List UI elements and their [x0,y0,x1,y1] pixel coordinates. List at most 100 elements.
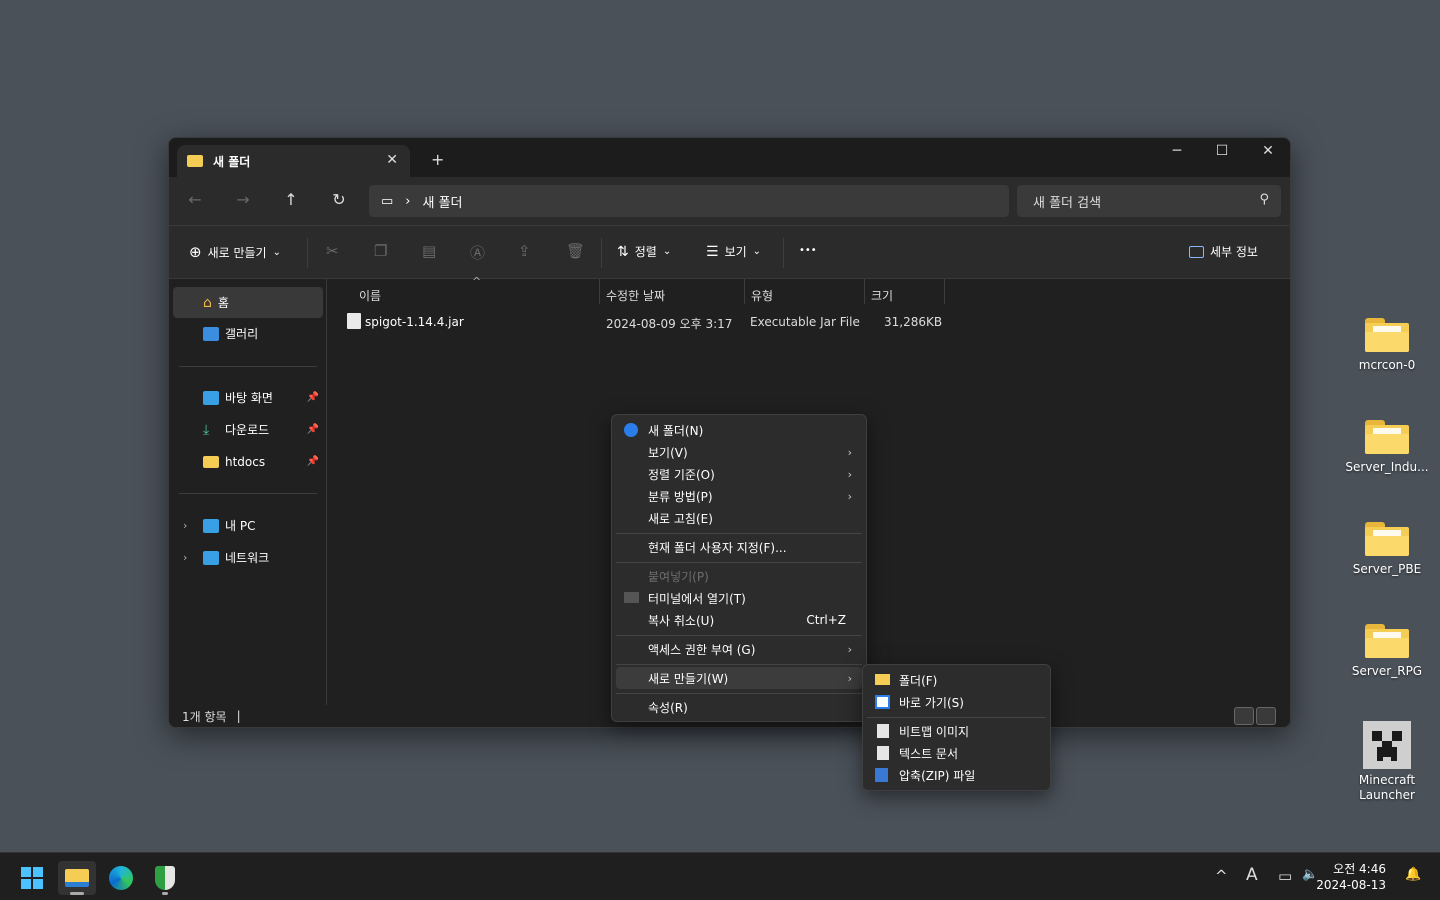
column-divider[interactable] [599,279,600,304]
submenu-item-folder[interactable]: 폴더(F) [867,669,1046,691]
divider [307,238,308,268]
pin-icon[interactable]: 📌 [307,424,319,435]
sidebar-item-home[interactable]: ⌂ 홈 [173,287,323,318]
menu-item-give-access[interactable]: 액세스 권한 부여 (G) › [616,638,862,660]
clock[interactable]: 오전 4:46 2024-08-13 [1316,861,1386,893]
submenu-item-text-document[interactable]: 텍스트 문서 [867,742,1046,764]
text-file-icon [877,746,889,760]
tray-overflow-button[interactable]: ^ [1215,867,1228,885]
new-tab-button[interactable]: + [431,150,444,169]
notification-bell-icon[interactable]: 🔔 [1405,867,1421,882]
submenu-item-zip[interactable]: 압축(ZIP) 파일 [867,764,1046,786]
menu-item-label: 속성(R) [648,700,688,715]
column-divider[interactable] [944,279,945,304]
new-button[interactable]: ⊕ 새로 만들기 ⌄ [189,243,281,261]
forward-button[interactable]: → [231,190,255,209]
start-button[interactable] [13,861,51,895]
sidebar-item-desktop[interactable]: 바탕 화면 📌 [173,382,323,413]
menu-separator [867,717,1046,718]
cut-icon[interactable]: ✂ [326,242,339,260]
clock-date: 2024-08-13 [1316,878,1386,892]
breadcrumb-current[interactable]: 새 폴더 [423,192,463,211]
column-header-name[interactable]: 이름 [359,287,381,307]
search-input[interactable]: 새 폴더 검색 ⚲ [1017,185,1281,217]
desktop-icon-label: Server_PBE [1352,562,1422,576]
sidebar-item-downloads[interactable]: ⤓ 다운로드 📌 [173,414,323,445]
view-button[interactable]: ☰ 보기 ⌄ [706,243,761,260]
minimize-button[interactable]: ─ [1157,143,1197,159]
sort-caret-icon: ^ [472,275,482,288]
search-placeholder: 새 폴더 검색 [1033,195,1102,211]
new-folder-icon [624,423,638,437]
menu-item-open-terminal[interactable]: 터미널에서 열기(T) [616,587,862,609]
menu-item-label: 정렬 기준(O) [648,467,715,482]
menu-item-view[interactable]: 보기(V) › [616,441,862,463]
menu-item-refresh[interactable]: 새로 고침(E) [616,507,862,529]
taskbar-file-explorer[interactable] [58,861,96,895]
details-view-button[interactable] [1234,707,1254,725]
ime-indicator[interactable]: A [1246,865,1258,885]
more-options-button[interactable]: ••• [799,245,817,256]
computer-icon [203,518,219,533]
pin-icon[interactable]: 📌 [307,392,319,403]
refresh-button[interactable]: ↻ [327,190,351,209]
menu-item-new[interactable]: 새로 만들기(W) › [616,667,862,689]
paste-icon[interactable]: ▤ [422,242,436,260]
running-indicator [162,892,168,895]
column-header-size[interactable]: 크기 [871,287,893,307]
chevron-right-icon[interactable]: › [183,519,187,532]
sidebar-item-network[interactable]: › 네트워크 [173,542,323,573]
sidebar-item-gallery[interactable]: 갤러리 [173,318,323,349]
breadcrumb-separator[interactable]: › [405,194,410,209]
back-button[interactable]: ← [183,190,207,209]
menu-item-undo-copy[interactable]: 복사 취소(U) Ctrl+Z [616,609,862,631]
pin-icon[interactable]: 📌 [307,456,319,467]
sidebar-item-htdocs[interactable]: htdocs 📌 [173,446,323,477]
file-row[interactable]: spigot-1.14.4.jar 2024-08-09 오후 3:17 Exe… [345,313,945,331]
tab-close-icon[interactable]: ✕ [386,152,398,168]
share-icon[interactable]: ⇪ [518,242,531,260]
pc-icon: ▭ [381,193,394,209]
desktop-icon-minecraft-launcher[interactable]: Minecraft Launcher [1345,721,1429,803]
desktop-icon-server-indu[interactable]: Server_Indu... [1345,418,1429,474]
desktop-icon-label: Minecraft Launcher [1358,773,1416,802]
details-button[interactable]: 세부 정보 [1189,243,1258,260]
submenu-item-shortcut[interactable]: 바로 가기(S) [867,691,1046,713]
rename-icon[interactable]: Ⓐ [470,242,485,263]
desktop-icon-server-rpg[interactable]: Server_RPG [1345,622,1429,678]
column-header-type[interactable]: 유형 [751,287,773,307]
close-button[interactable]: ✕ [1248,143,1288,159]
column-divider[interactable] [864,279,865,304]
submenu-item-bitmap[interactable]: 비트맵 이미지 [867,720,1046,742]
menu-item-new-folder[interactable]: 새 폴더(N) [616,419,862,441]
chevron-right-icon[interactable]: › [183,551,187,564]
menu-item-customize-folder[interactable]: 현재 폴더 사용자 지정(F)... [616,536,862,558]
tiles-view-button[interactable] [1256,707,1276,725]
up-button[interactable]: ↑ [279,190,303,209]
taskbar-edge[interactable] [102,861,140,895]
column-header-modified[interactable]: 수정한 날짜 [606,287,665,307]
column-divider[interactable] [744,279,745,304]
sidebar-item-label: 갤러리 [225,327,259,341]
taskbar: ^ A ▭ 🔈 오전 4:46 2024-08-13 🔔 [0,852,1440,900]
menu-item-sort-by[interactable]: 정렬 기준(O) › [616,463,862,485]
sort-button[interactable]: ⇅ 정렬 ⌄ [617,243,671,260]
menu-item-label: 현재 폴더 사용자 지정(F)... [648,540,787,555]
address-bar[interactable]: ▭ › 새 폴더 [369,185,1009,217]
menu-item-label: 새로 고침(E) [648,511,713,526]
folder-icon [1365,418,1409,454]
tab-new-folder[interactable]: 새 폴더 ✕ [177,145,410,177]
menu-item-label: 보기(V) [648,445,688,460]
network-icon[interactable]: ▭ [1278,867,1292,885]
taskbar-app-shield[interactable] [146,861,184,895]
menu-item-properties[interactable]: 속성(R) [616,696,862,718]
desktop-icon-mcrcon[interactable]: mcrcon-0 [1345,316,1429,372]
menu-item-group-by[interactable]: 분류 방법(P) › [616,485,862,507]
copy-icon[interactable]: ❐ [374,242,387,260]
delete-icon[interactable]: 🗑 [566,242,585,260]
sidebar-item-mypc[interactable]: › 내 PC [173,510,323,541]
desktop-icon-server-pbe[interactable]: Server_PBE [1345,520,1429,576]
divider [601,238,602,268]
menu-separator [616,533,862,534]
maximize-button[interactable]: ☐ [1202,143,1242,159]
